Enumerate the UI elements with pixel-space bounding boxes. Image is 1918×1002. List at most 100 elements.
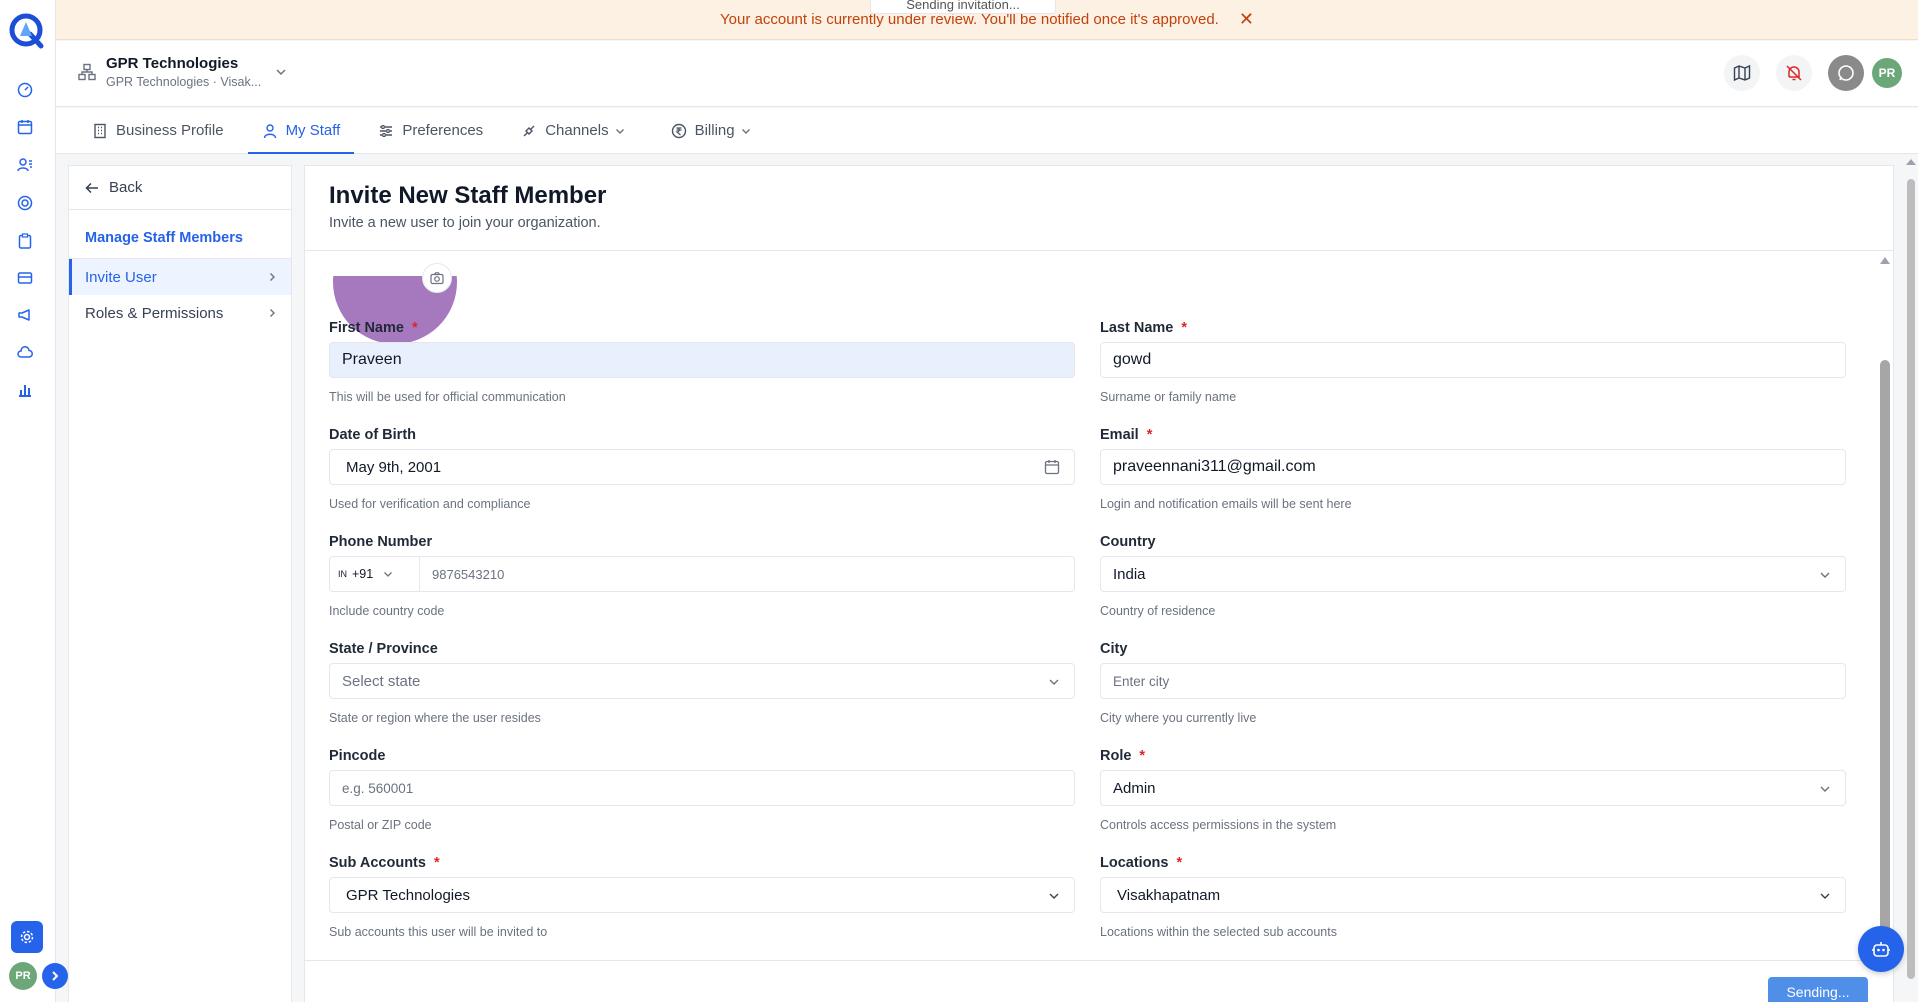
tab-my-staff[interactable]: My Staff xyxy=(247,108,355,154)
chevron-down-icon xyxy=(1049,893,1059,899)
sliders-icon xyxy=(380,124,393,137)
tab-label: Billing xyxy=(694,122,735,139)
page-subtitle: Invite a new user to join your organizat… xyxy=(329,215,601,231)
dob-picker[interactable]: May 9th, 2001 xyxy=(329,449,1075,485)
sub-accounts-value: GPR Technologies xyxy=(346,886,470,904)
chevron-down-icon xyxy=(1049,679,1059,685)
upload-photo-button[interactable] xyxy=(422,263,452,293)
pincode-input[interactable]: e.g. 560001 xyxy=(329,770,1075,806)
assistant-bot-button[interactable] xyxy=(1858,926,1904,972)
robot-icon xyxy=(1872,942,1890,957)
rupee-icon xyxy=(671,123,686,138)
email-input[interactable]: praveennani311@gmail.com xyxy=(1100,449,1846,485)
country-code-select[interactable]: IN +91 xyxy=(330,557,420,591)
expand-sidebar-button[interactable] xyxy=(42,963,68,989)
tab-preferences[interactable]: Preferences xyxy=(364,108,497,153)
city-placeholder: Enter city xyxy=(1113,673,1170,689)
tab-label: My Staff xyxy=(285,122,341,139)
pincode-placeholder: e.g. 560001 xyxy=(342,780,414,796)
tab-billing[interactable]: Billing xyxy=(657,108,773,153)
dashboard-icon[interactable] xyxy=(15,80,35,100)
locations-select[interactable]: Visakhapatnam xyxy=(1100,877,1846,913)
back-button[interactable]: Back xyxy=(69,166,291,210)
side-item-label: Invite User xyxy=(85,268,157,286)
scroll-up-icon[interactable] xyxy=(1879,255,1891,265)
arrow-left-icon xyxy=(85,182,98,193)
contacts-icon[interactable] xyxy=(15,155,35,175)
dob-group: Date of Birth May 9th, 2001 Used for ver… xyxy=(329,427,1075,511)
calendar-icon[interactable] xyxy=(15,117,35,137)
locations-help: Locations within the selected sub accoun… xyxy=(1100,925,1337,939)
plug-icon xyxy=(523,125,535,136)
country-value: India xyxy=(1113,565,1146,583)
tab-channels[interactable]: Channels xyxy=(507,108,646,153)
page-scrollbar-thumb[interactable] xyxy=(1907,179,1915,979)
chevron-down-icon xyxy=(1820,786,1830,792)
form-scrollbar-thumb[interactable] xyxy=(1880,360,1890,942)
side-item-invite-user[interactable]: Invite User xyxy=(69,259,291,295)
side-item-label: Roles & Permissions xyxy=(85,304,224,322)
country-select[interactable]: India xyxy=(1100,556,1846,592)
scroll-up-icon[interactable] xyxy=(1905,158,1917,166)
tab-business-profile[interactable]: Business Profile xyxy=(78,108,238,153)
sub-accounts-help: Sub accounts this user will be invited t… xyxy=(329,925,548,939)
sub-accounts-select[interactable]: GPR Technologies xyxy=(329,877,1075,913)
role-value: Admin xyxy=(1113,779,1156,797)
notifications-off-button[interactable] xyxy=(1776,55,1812,91)
org-subtitle: GPR Technologies · Visak... xyxy=(106,75,262,89)
map-button[interactable] xyxy=(1724,55,1760,91)
target-icon[interactable] xyxy=(15,193,35,213)
locations-group: Locations * Visakhapatnam Locations withi… xyxy=(1100,855,1846,939)
chevron-down-icon xyxy=(741,128,750,134)
org-switcher[interactable]: GPR Technologies GPR Technologies · Visa… xyxy=(78,55,287,89)
clipboard-icon[interactable] xyxy=(15,231,35,251)
user-avatar-small[interactable]: PR xyxy=(9,962,37,990)
first-name-group: First Name * Praveen This will be used fo… xyxy=(329,320,1075,404)
country-group: Country India Country of residence xyxy=(1100,534,1846,618)
top-header: GPR Technologies GPR Technologies · Visa… xyxy=(56,41,1918,107)
last-name-label: Last Name * xyxy=(1100,320,1187,336)
staff-side-panel: Back Manage Staff Members Invite User Ro… xyxy=(68,165,292,1002)
phone-number-field[interactable]: 9876543210 xyxy=(420,567,504,582)
bell-off-icon xyxy=(1786,65,1802,81)
email-label: Email * xyxy=(1100,427,1153,443)
tab-label: Business Profile xyxy=(116,122,224,139)
form-header: Invite New Staff Member Invite a new use… xyxy=(305,166,1893,251)
org-name: GPR Technologies xyxy=(106,55,239,72)
settings-button[interactable] xyxy=(11,921,43,953)
country-code: +91 xyxy=(352,567,374,581)
whatsapp-button[interactable] xyxy=(1828,55,1864,91)
page-scrollbar[interactable] xyxy=(1904,154,1918,1002)
form-scrollbar[interactable] xyxy=(1880,255,1890,985)
form-footer-divider xyxy=(305,960,1893,961)
send-invite-button[interactable]: Sending... xyxy=(1768,977,1868,1002)
page-title: Invite New Staff Member xyxy=(329,182,607,209)
app-logo-icon[interactable] xyxy=(8,12,46,50)
state-select[interactable]: Select state xyxy=(329,663,1075,699)
chevron-right-icon xyxy=(270,273,275,281)
role-select[interactable]: Admin xyxy=(1100,770,1846,806)
banner-close-icon[interactable]: ✕ xyxy=(1239,9,1254,30)
phone-help: Include country code xyxy=(329,604,445,618)
calendar-icon[interactable] xyxy=(1044,459,1060,475)
megaphone-icon[interactable] xyxy=(15,305,35,325)
city-help: City where you currently live xyxy=(1100,711,1257,725)
analytics-icon[interactable] xyxy=(15,380,35,400)
whatsapp-icon xyxy=(1838,65,1854,81)
city-input[interactable]: Enter city xyxy=(1100,663,1846,699)
country-flag: IN xyxy=(338,569,347,579)
email-group: Email * praveennani311@gmail.com Login an… xyxy=(1100,427,1846,511)
phone-input[interactable]: IN +91 9876543210 xyxy=(329,556,1075,592)
email-help: Login and notification emails will be se… xyxy=(1100,497,1352,511)
settings-tabs: Business Profile My Staff Preferences Ch… xyxy=(56,108,1918,154)
state-group: State / Province Select state State or r… xyxy=(329,641,1075,725)
user-avatar[interactable]: PR xyxy=(1872,58,1902,88)
first-name-input[interactable]: Praveen xyxy=(329,342,1075,378)
last-name-input[interactable]: gowd xyxy=(1100,342,1846,378)
dob-help: Used for verification and compliance xyxy=(329,497,531,511)
side-item-roles-permissions[interactable]: Roles & Permissions xyxy=(69,295,291,331)
card-icon[interactable] xyxy=(15,268,35,288)
role-group: Role * Admin Controls access permissions … xyxy=(1100,748,1846,832)
cloud-icon[interactable] xyxy=(15,343,35,363)
phone-label: Phone Number xyxy=(329,534,433,550)
